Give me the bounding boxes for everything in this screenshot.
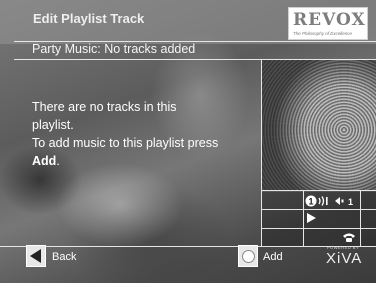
screen: Edit Playlist Track REVOX The Philosophy…	[0, 0, 376, 283]
message-line-2: playlist.	[32, 118, 74, 132]
play-status	[305, 212, 317, 227]
volume-value: 1	[348, 197, 353, 207]
logo-word: REVOX	[293, 10, 366, 30]
footer-divider	[0, 246, 376, 247]
back-button[interactable]	[26, 245, 46, 267]
message-line-3: To add music to this playlist press	[32, 136, 219, 150]
zone-number: 1	[308, 197, 313, 207]
message-line-1: There are no tracks in this	[32, 100, 177, 114]
back-label[interactable]: Back	[52, 251, 76, 263]
add-label[interactable]: Add	[263, 251, 283, 263]
album-art-shade	[262, 60, 376, 190]
phone-icon	[343, 233, 355, 242]
panel-line-1	[262, 190, 376, 191]
message-period: .	[56, 154, 60, 168]
play-icon	[307, 213, 316, 223]
xiva-logo: XiVA	[326, 250, 363, 267]
add-button[interactable]	[238, 245, 258, 267]
back-arrow-icon	[30, 249, 41, 263]
status-divider-left	[303, 190, 304, 247]
phone-status	[342, 231, 356, 246]
zone-volume-icon: 1 1	[305, 195, 353, 207]
zone-indicator: 1 1	[305, 194, 357, 211]
playlist-subtitle: Party Music: No tracks added	[32, 42, 196, 56]
panel-line-3	[262, 228, 376, 229]
status-divider-right	[360, 190, 361, 247]
revox-logo: REVOX The Philosophy of Excellence	[288, 7, 368, 40]
empty-playlist-message: There are no tracks in this playlist. To…	[32, 98, 257, 170]
message-line-4: Add.	[32, 152, 257, 170]
logo-tagline: The Philosophy of Excellence	[293, 31, 353, 36]
page-title: Edit Playlist Track	[33, 11, 145, 26]
message-add-emphasis: Add	[32, 154, 57, 168]
circle-icon	[243, 251, 254, 262]
